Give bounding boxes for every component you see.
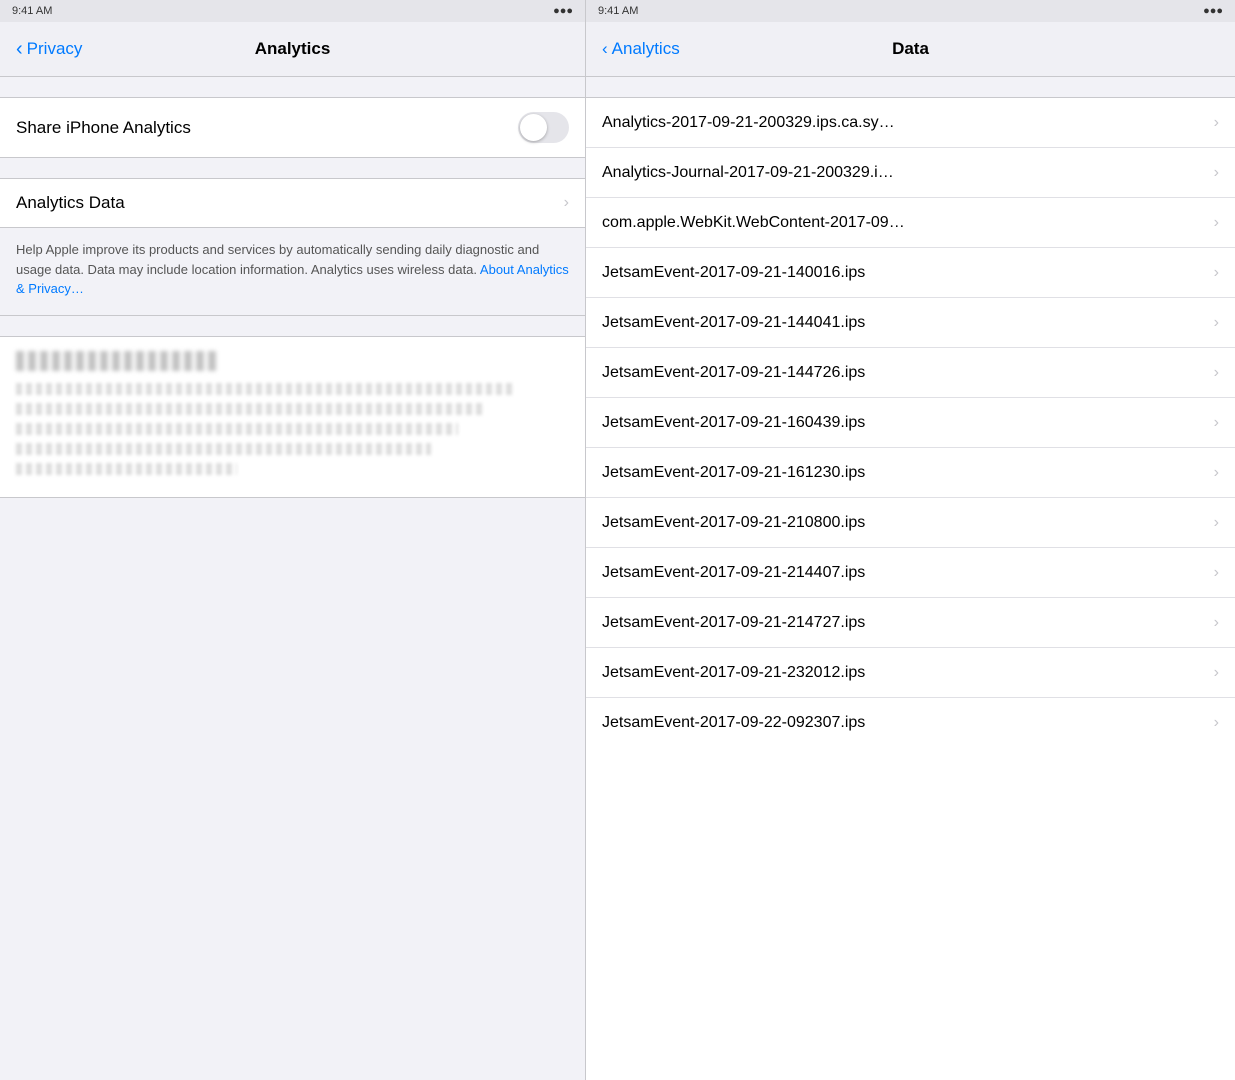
file-row[interactable]: JetsamEvent-2017-09-21-161230.ips› — [586, 448, 1235, 498]
right-nav-bar: ‹ Analytics Data — [586, 22, 1235, 77]
file-chevron-icon: › — [1214, 564, 1219, 582]
right-nav-title: Data — [892, 39, 929, 59]
file-name: com.apple.WebKit.WebContent-2017-09… — [602, 214, 1214, 232]
toggle-knob — [520, 114, 547, 141]
file-name: JetsamEvent-2017-09-22-092307.ips — [602, 714, 1214, 732]
file-row[interactable]: JetsamEvent-2017-09-22-092307.ips› — [586, 698, 1235, 748]
file-row[interactable]: JetsamEvent-2017-09-21-140016.ips› — [586, 248, 1235, 298]
left-status-bar: 9:41 AM ●●● — [0, 0, 585, 22]
share-analytics-label: Share iPhone Analytics — [16, 118, 191, 138]
file-name: JetsamEvent-2017-09-21-144041.ips — [602, 314, 1214, 332]
analytics-back-button[interactable]: ‹ Analytics — [602, 39, 680, 59]
share-analytics-section: Share iPhone Analytics — [0, 97, 585, 158]
file-chevron-icon: › — [1214, 714, 1219, 732]
left-status-time: 9:41 AM — [12, 5, 52, 17]
left-nav-title: Analytics — [255, 39, 331, 59]
file-row[interactable]: JetsamEvent-2017-09-21-214727.ips› — [586, 598, 1235, 648]
analytics-data-chevron-icon: › — [564, 194, 569, 212]
left-status-icons: ●●● — [553, 5, 573, 17]
file-name: JetsamEvent-2017-09-21-214727.ips — [602, 614, 1214, 632]
left-nav-bar: ‹ Privacy Analytics — [0, 22, 585, 77]
file-chevron-icon: › — [1214, 414, 1219, 432]
right-back-label: Analytics — [612, 39, 680, 59]
left-panel: 9:41 AM ●●● ‹ Privacy Analytics Share iP… — [0, 0, 585, 1080]
back-chevron-icon: ‹ — [16, 39, 23, 59]
file-name: JetsamEvent-2017-09-21-144726.ips — [602, 364, 1214, 382]
redacted-line-4 — [16, 443, 431, 455]
file-row[interactable]: JetsamEvent-2017-09-21-214407.ips› — [586, 548, 1235, 598]
right-back-chevron-icon: ‹ — [602, 39, 608, 59]
file-name: JetsamEvent-2017-09-21-161230.ips — [602, 464, 1214, 482]
right-status-time: 9:41 AM — [598, 5, 638, 17]
description-text: Help Apple improve its products and serv… — [16, 240, 569, 299]
file-chevron-icon: › — [1214, 614, 1219, 632]
analytics-data-label: Analytics Data — [16, 193, 125, 213]
redacted-title-bar — [16, 351, 216, 371]
file-row[interactable]: JetsamEvent-2017-09-21-144726.ips› — [586, 348, 1235, 398]
file-name: JetsamEvent-2017-09-21-160439.ips — [602, 414, 1214, 432]
file-chevron-icon: › — [1214, 164, 1219, 182]
file-name: JetsamEvent-2017-09-21-214407.ips — [602, 564, 1214, 582]
file-row[interactable]: JetsamEvent-2017-09-21-232012.ips› — [586, 648, 1235, 698]
file-chevron-icon: › — [1214, 664, 1219, 682]
file-chevron-icon: › — [1214, 214, 1219, 232]
file-row[interactable]: JetsamEvent-2017-09-21-144041.ips› — [586, 298, 1235, 348]
file-row[interactable]: JetsamEvent-2017-09-21-210800.ips› — [586, 498, 1235, 548]
back-label: Privacy — [27, 39, 83, 59]
file-name: Analytics-Journal-2017-09-21-200329.i… — [602, 164, 1214, 182]
analytics-description: Help Apple improve its products and serv… — [0, 228, 585, 316]
analytics-data-section: Analytics Data › — [0, 178, 585, 228]
share-analytics-row[interactable]: Share iPhone Analytics — [0, 97, 585, 158]
right-status-icons: ●●● — [1203, 5, 1223, 17]
right-status-bar: 9:41 AM ●●● — [586, 0, 1235, 22]
file-row[interactable]: JetsamEvent-2017-09-21-160439.ips› — [586, 398, 1235, 448]
file-name: JetsamEvent-2017-09-21-210800.ips — [602, 514, 1214, 532]
file-row[interactable]: Analytics-Journal-2017-09-21-200329.i…› — [586, 148, 1235, 198]
search-area — [586, 77, 1235, 98]
file-chevron-icon: › — [1214, 264, 1219, 282]
privacy-back-button[interactable]: ‹ Privacy — [16, 39, 82, 59]
file-name: JetsamEvent-2017-09-21-232012.ips — [602, 664, 1214, 682]
analytics-data-row[interactable]: Analytics Data › — [0, 178, 585, 228]
file-chevron-icon: › — [1214, 514, 1219, 532]
redacted-line-1 — [16, 383, 514, 395]
file-chevron-icon: › — [1214, 114, 1219, 132]
redacted-section — [0, 336, 585, 498]
file-chevron-icon: › — [1214, 364, 1219, 382]
file-chevron-icon: › — [1214, 314, 1219, 332]
file-name: Analytics-2017-09-21-200329.ips.ca.sy… — [602, 114, 1214, 132]
file-row[interactable]: com.apple.WebKit.WebContent-2017-09…› — [586, 198, 1235, 248]
file-list: Analytics-2017-09-21-200329.ips.ca.sy…›A… — [586, 98, 1235, 1080]
right-panel: 9:41 AM ●●● ‹ Analytics Data Analytics-2… — [585, 0, 1235, 1080]
file-row[interactable]: Analytics-2017-09-21-200329.ips.ca.sy…› — [586, 98, 1235, 148]
share-analytics-toggle[interactable] — [518, 112, 569, 143]
file-chevron-icon: › — [1214, 464, 1219, 482]
redacted-line-5 — [16, 463, 237, 475]
redacted-line-2 — [16, 403, 486, 415]
redacted-line-3 — [16, 423, 458, 435]
file-name: JetsamEvent-2017-09-21-140016.ips — [602, 264, 1214, 282]
